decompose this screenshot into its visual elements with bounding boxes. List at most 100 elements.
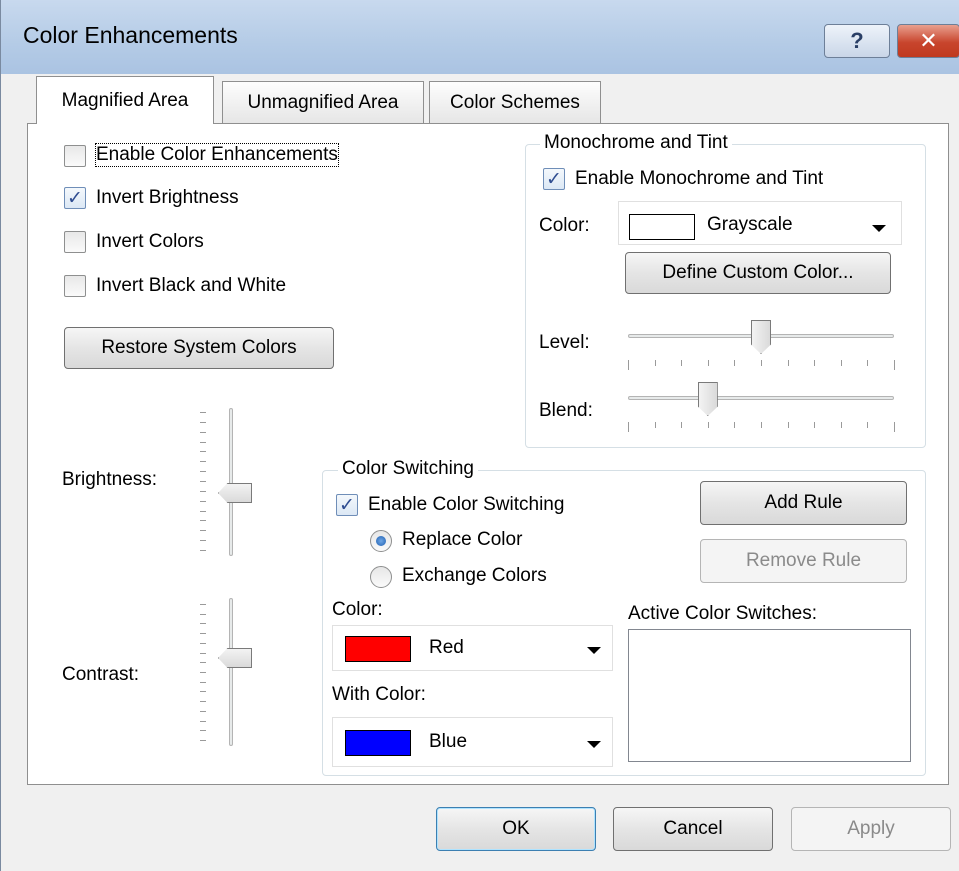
help-button[interactable]: ?	[824, 24, 890, 58]
invert-black-white-label[interactable]: Invert Black and White	[96, 275, 286, 297]
slider-tick	[200, 431, 206, 433]
slider-tick	[628, 360, 629, 370]
add-rule-button[interactable]: Add Rule	[700, 481, 907, 525]
slider-tick	[200, 633, 206, 635]
enable-monochrome-label[interactable]: Enable Monochrome and Tint	[575, 168, 823, 190]
monochrome-color-value: Grayscale	[707, 214, 793, 235]
slider-tick	[200, 701, 206, 703]
chevron-down-icon	[872, 225, 886, 232]
slider-tick	[200, 550, 206, 551]
replace-color-radio[interactable]	[370, 530, 392, 552]
slider-tick	[200, 662, 206, 664]
color-switching-title: Color Switching	[338, 458, 478, 480]
define-custom-color-button[interactable]: Define Custom Color...	[625, 252, 891, 294]
chevron-down-icon	[587, 647, 601, 654]
chevron-down-icon	[587, 741, 601, 748]
restore-system-colors-label: Restore System Colors	[101, 337, 297, 358]
red-swatch	[345, 636, 411, 662]
slider-tick	[628, 422, 629, 432]
slider-tick	[200, 530, 206, 532]
slider-tick	[200, 510, 206, 512]
checkmark-icon: ✓	[67, 187, 83, 209]
invert-colors-checkbox[interactable]	[64, 231, 86, 253]
slider-tick	[681, 360, 683, 366]
invert-brightness-label[interactable]: Invert Brightness	[96, 187, 239, 209]
brightness-slider-thumb[interactable]	[218, 483, 252, 503]
exchange-colors-label[interactable]: Exchange Colors	[402, 565, 547, 587]
slider-tick	[814, 422, 816, 428]
replace-color-label[interactable]: Replace Color	[402, 529, 522, 551]
slider-tick	[200, 412, 206, 413]
slider-tick	[200, 652, 206, 654]
switch-color-label: Color:	[332, 599, 383, 620]
brightness-label: Brightness:	[62, 469, 158, 490]
checkmark-icon: ✓	[546, 168, 562, 190]
slider-tick	[681, 422, 683, 428]
slider-tick	[200, 441, 206, 443]
restore-system-colors-button[interactable]: Restore System Colors	[64, 327, 334, 369]
tab-panel-magnified-area: Enable Color Enhancements ✓ Invert Brigh…	[27, 123, 949, 785]
slider-tick	[200, 720, 206, 722]
ok-button[interactable]: OK	[436, 807, 596, 851]
slider-tick	[734, 360, 736, 366]
blend-track[interactable]	[628, 396, 894, 400]
contrast-label: Contrast:	[62, 664, 140, 685]
slider-tick	[200, 672, 206, 673]
add-rule-label: Add Rule	[764, 492, 843, 513]
slider-tick	[867, 360, 869, 366]
blend-label: Blend:	[539, 400, 593, 421]
tab-magnified-area[interactable]: Magnified Area	[36, 76, 214, 124]
remove-rule-button[interactable]: Remove Rule	[700, 539, 907, 583]
slider-tick	[761, 360, 762, 366]
enable-color-enhancements-label[interactable]: Enable Color Enhancements	[95, 143, 339, 167]
slider-tick	[200, 421, 206, 423]
help-icon: ?	[850, 28, 864, 53]
contrast-track[interactable]	[229, 598, 233, 746]
slider-tick	[894, 360, 895, 370]
tab-label: Unmagnified Area	[247, 91, 399, 113]
slider-tick	[840, 422, 842, 428]
slider-tick	[200, 740, 206, 741]
color-enhancements-dialog: Color Enhancements ? ✕ Magnified Area Un…	[0, 0, 959, 871]
slider-tick	[707, 360, 709, 366]
monochrome-color-combo[interactable]: Grayscale	[618, 201, 902, 245]
enable-color-enhancements-checkbox[interactable]	[64, 145, 86, 167]
with-color-value: Blue	[429, 731, 468, 752]
invert-black-white-checkbox[interactable]	[64, 275, 86, 297]
switch-color-combo[interactable]: Red	[332, 625, 613, 671]
slider-tick	[200, 613, 206, 615]
tab-label: Magnified Area	[61, 89, 189, 111]
enable-color-switching-label[interactable]: Enable Color Switching	[368, 494, 564, 516]
enable-monochrome-checkbox[interactable]: ✓	[543, 168, 565, 190]
contrast-slider-thumb[interactable]	[218, 648, 252, 668]
apply-button[interactable]: Apply	[791, 807, 951, 851]
invert-brightness-checkbox[interactable]: ✓	[64, 187, 86, 209]
invert-colors-label[interactable]: Invert Colors	[96, 231, 204, 253]
tab-unmagnified-area[interactable]: Unmagnified Area	[222, 81, 424, 123]
active-color-switches-label: Active Color Switches:	[628, 603, 818, 624]
slider-tick	[894, 422, 895, 432]
slider-tick	[761, 422, 762, 428]
slider-tick	[200, 730, 206, 732]
title-bar[interactable]: Color Enhancements ? ✕	[1, 0, 959, 74]
enable-color-switching-checkbox[interactable]: ✓	[336, 494, 358, 516]
slider-tick	[200, 520, 206, 522]
with-color-combo[interactable]: Blue	[332, 717, 613, 767]
slider-tick	[814, 360, 816, 366]
exchange-colors-radio[interactable]	[370, 566, 392, 588]
slider-tick	[200, 481, 206, 482]
slider-tick	[200, 642, 206, 644]
active-color-switches-list[interactable]	[628, 629, 911, 762]
slider-tick	[200, 604, 206, 605]
window-title: Color Enhancements	[23, 22, 238, 48]
slider-tick	[707, 422, 709, 428]
brightness-track[interactable]	[229, 408, 233, 556]
cancel-button[interactable]: Cancel	[613, 807, 773, 851]
remove-rule-label: Remove Rule	[745, 550, 862, 571]
tab-label: Color Schemes	[450, 91, 580, 113]
close-button[interactable]: ✕	[897, 24, 959, 58]
level-label: Level:	[539, 332, 590, 353]
apply-label: Apply	[847, 818, 895, 839]
tab-color-schemes[interactable]: Color Schemes	[429, 81, 601, 123]
define-custom-color-label: Define Custom Color...	[662, 262, 854, 283]
